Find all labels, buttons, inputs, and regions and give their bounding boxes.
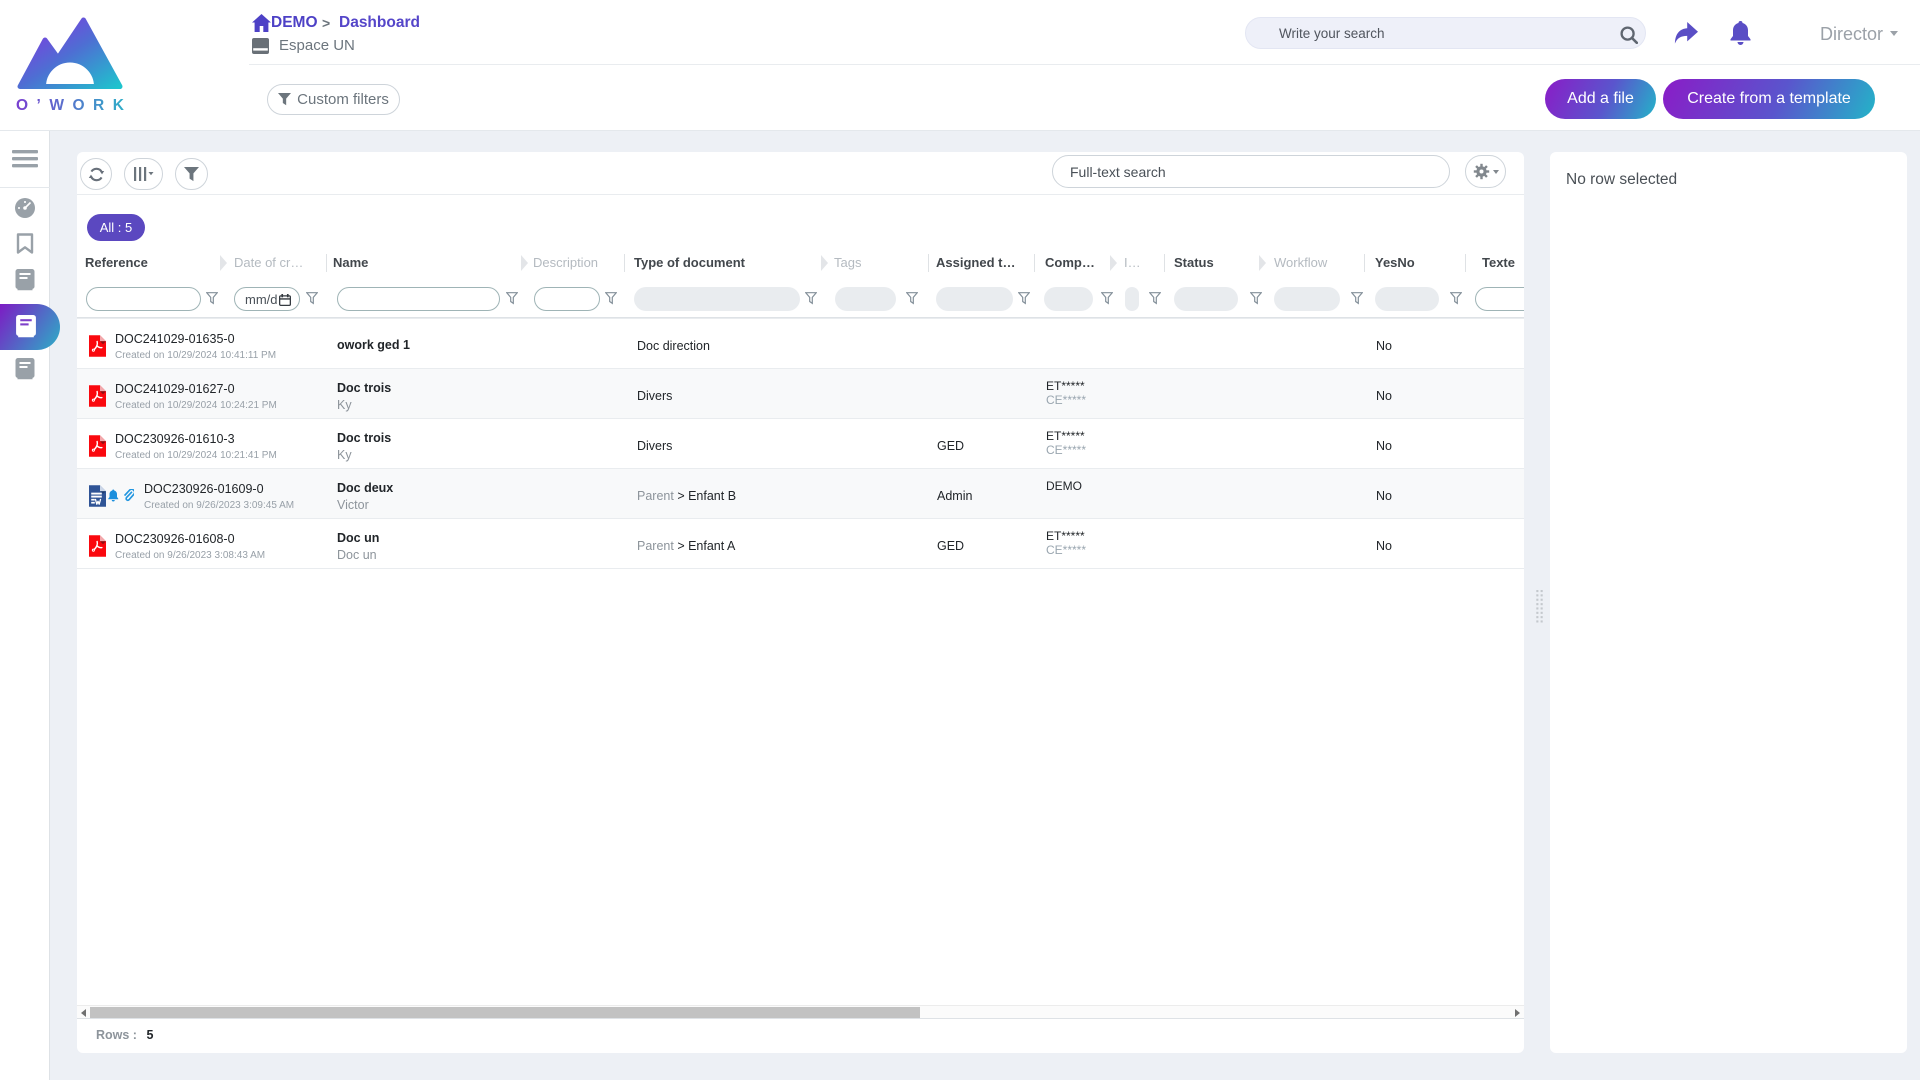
svg-text:O’WORK: O’WORK bbox=[16, 97, 126, 112]
